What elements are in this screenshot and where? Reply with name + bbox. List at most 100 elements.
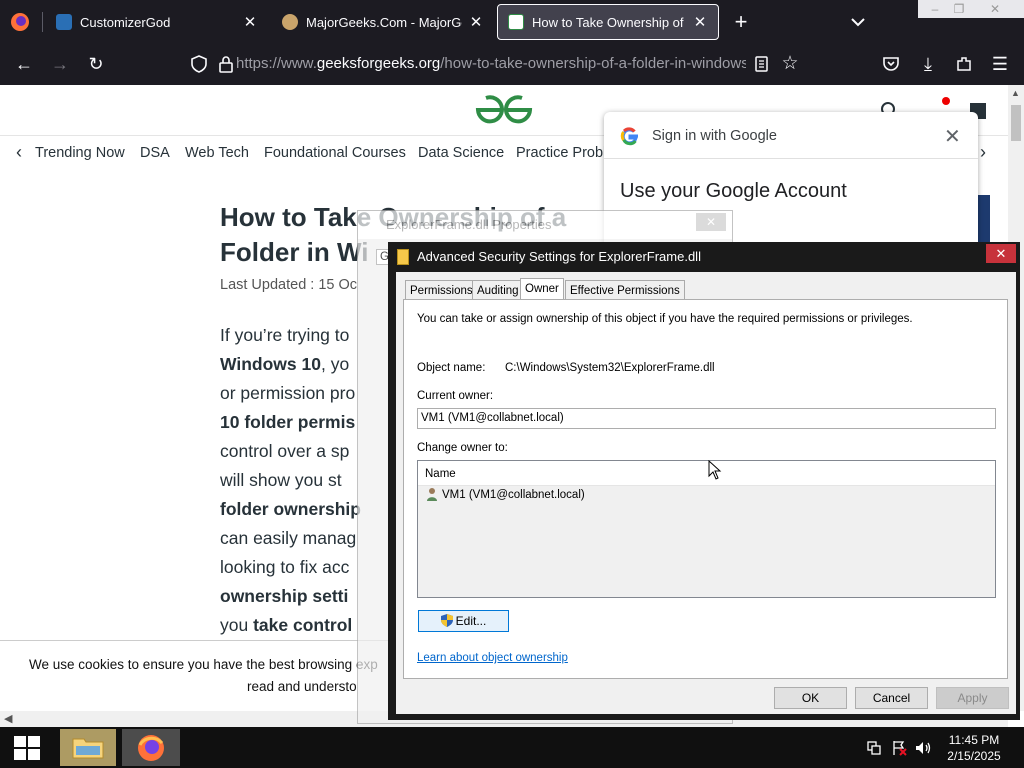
properties-dialog-title: ExplorerFrame.dll Properties: [386, 217, 552, 232]
taskbar-file-explorer-button[interactable]: [60, 729, 116, 766]
nav-item-web-tech[interactable]: Web Tech: [185, 145, 249, 161]
owner-list-header[interactable]: Name: [418, 461, 995, 486]
ok-button[interactable]: OK: [774, 687, 847, 709]
last-updated: Last Updated : 15 Oc: [220, 277, 358, 293]
tab-title: MajorGeeks.Com - MajorGeeks: [306, 14, 462, 30]
nav-prev-chevron-icon[interactable]: ‹: [16, 142, 22, 163]
tab-geeksforgeeks-active[interactable]: How to Take Ownership of a Fo ✕: [497, 4, 719, 40]
tab-customizergod[interactable]: CustomizerGod ✕: [46, 4, 268, 40]
paragraph-line: Windows 10, yo: [220, 354, 350, 374]
clock-date: 2/15/2025: [947, 749, 1001, 763]
tab-title: CustomizerGod: [80, 14, 171, 30]
nav-item-trending-now[interactable]: Trending Now: [35, 145, 125, 161]
app-menu-hamburger-icon[interactable]: ☰: [986, 50, 1014, 78]
tab-owner[interactable]: Owner: [520, 278, 564, 301]
forward-arrow-icon[interactable]: →: [46, 50, 74, 78]
paragraph-line: can easily manag: [220, 528, 357, 548]
extensions-icon[interactable]: [955, 55, 973, 73]
gfg-favicon-icon: [508, 14, 524, 30]
learn-about-ownership-link[interactable]: Learn about object ownership: [417, 652, 568, 664]
paragraph-line: ownership setti: [220, 586, 349, 606]
object-name-label: Object name:: [417, 362, 486, 374]
nav-item-data-science[interactable]: Data Science: [418, 145, 504, 161]
advanced-security-title: Advanced Security Settings for ExplorerF…: [417, 249, 701, 264]
paragraph-line: looking to fix acc: [220, 557, 350, 577]
scroll-left-arrow-icon[interactable]: ◀: [4, 712, 12, 725]
nav-item-foundational-courses[interactable]: Foundational Courses: [264, 145, 406, 161]
properties-close-button[interactable]: ✕: [696, 213, 726, 231]
current-owner-label: Current owner:: [417, 390, 494, 402]
object-name-value: C:\Windows\System32\ExplorerFrame.dll: [505, 362, 715, 374]
user-icon: [426, 487, 438, 501]
firefox-icon: [136, 733, 166, 763]
scroll-up-arrow-icon[interactable]: ▲: [1011, 88, 1020, 98]
tracking-protection-shield-icon[interactable]: [190, 55, 208, 73]
list-item-label: VM1 (VM1@collabnet.local): [442, 489, 585, 501]
customizergod-favicon-icon: [56, 14, 72, 30]
close-window-button[interactable]: ✕: [966, 0, 1024, 18]
scrollbar-thumb[interactable]: [1011, 105, 1021, 141]
file-explorer-icon: [72, 735, 104, 759]
list-item[interactable]: VM1 (VM1@collabnet.local): [418, 485, 995, 505]
owner-list[interactable]: Name VM1 (VM1@collabnet.local): [417, 460, 996, 598]
volume-speaker-icon[interactable]: [914, 740, 932, 756]
downloads-icon[interactable]: ⤓: [914, 50, 942, 78]
paragraph-line: If you’re trying to: [220, 325, 350, 345]
url-host: geeksforgeeks.org: [316, 55, 441, 72]
tab-effective-permissions[interactable]: Effective Permissions: [565, 280, 685, 300]
start-windows-icon[interactable]: [14, 736, 40, 760]
back-arrow-icon[interactable]: ←: [10, 50, 38, 78]
close-tab-icon[interactable]: ✕: [692, 13, 708, 31]
bookmark-star-icon[interactable]: ☆: [776, 50, 804, 78]
list-all-tabs-chevron-icon[interactable]: [848, 12, 868, 32]
action-center-flag-icon[interactable]: [891, 740, 907, 756]
edit-button[interactable]: Edit...: [418, 610, 509, 632]
paragraph-line: you take control: [220, 615, 353, 635]
reload-icon[interactable]: ↻: [82, 50, 110, 78]
uac-shield-icon: [440, 613, 453, 627]
url-bar[interactable]: https://www.geeksforgeeks.org/how-to-tak…: [236, 50, 746, 78]
tab-title: How to Take Ownership of a Fo: [532, 14, 686, 30]
lock-icon[interactable]: [218, 55, 234, 73]
google-popup-close-icon[interactable]: ✕: [944, 124, 961, 149]
pocket-icon[interactable]: [882, 55, 900, 73]
close-tab-icon[interactable]: ✕: [242, 13, 258, 31]
clock-time: 11:45 PM: [948, 733, 1000, 747]
gfg-logo[interactable]: [474, 93, 534, 127]
google-g-icon: [620, 126, 640, 146]
paragraph-line: control over a sp: [220, 441, 350, 461]
url-path: /how-to-take-ownership-of-a-folder-in-wi…: [440, 55, 746, 72]
current-owner-value: VM1 (VM1@collabnet.local): [421, 412, 564, 424]
url-scheme: https://www.: [236, 55, 317, 72]
cookie-text: read and understo: [247, 679, 357, 694]
tab-majorgeeks[interactable]: MajorGeeks.Com - MajorGeeks ✕: [272, 4, 494, 40]
network-icon[interactable]: [866, 740, 882, 756]
folder-lock-icon: [397, 249, 409, 265]
advanced-security-close-button[interactable]: ✕: [986, 244, 1016, 263]
cookie-text: We use cookies to ensure you have the be…: [29, 657, 378, 672]
paragraph-line: or permission pro: [220, 383, 356, 403]
firefox-menu-icon[interactable]: [10, 12, 30, 32]
google-popup-heading: Use your Google Account: [620, 180, 847, 202]
new-tab-button[interactable]: +: [730, 10, 752, 34]
notification-dot-icon: [942, 97, 950, 105]
cancel-button[interactable]: Cancel: [855, 687, 928, 709]
taskbar-clock[interactable]: 11:45 PM 2/15/2025: [936, 732, 1012, 764]
name-column-header[interactable]: Name: [425, 468, 456, 480]
tab-permissions[interactable]: Permissions: [405, 280, 478, 300]
edit-button-label: Edit...: [455, 614, 487, 628]
apply-button[interactable]: Apply: [936, 687, 1009, 709]
properties-dialog-titlebar: ExplorerFrame.dll Properties: [358, 211, 732, 239]
taskbar-firefox-button[interactable]: [122, 729, 180, 766]
tab-separator: [42, 12, 43, 32]
reader-view-icon[interactable]: [754, 55, 770, 73]
close-tab-icon[interactable]: ✕: [468, 13, 484, 31]
tab-auditing[interactable]: Auditing: [472, 280, 524, 300]
nav-item-dsa[interactable]: DSA: [140, 145, 170, 161]
nav-item-practice-problems[interactable]: Practice Proble: [516, 145, 614, 161]
mouse-cursor-icon: [708, 459, 722, 480]
windows-taskbar: 11:45 PM 2/15/2025: [0, 727, 1024, 768]
nav-next-chevron-icon[interactable]: ›: [980, 142, 986, 163]
paragraph-line: will show you st: [220, 470, 342, 490]
owner-intro-text: You can take or assign ownership of this…: [417, 313, 913, 325]
